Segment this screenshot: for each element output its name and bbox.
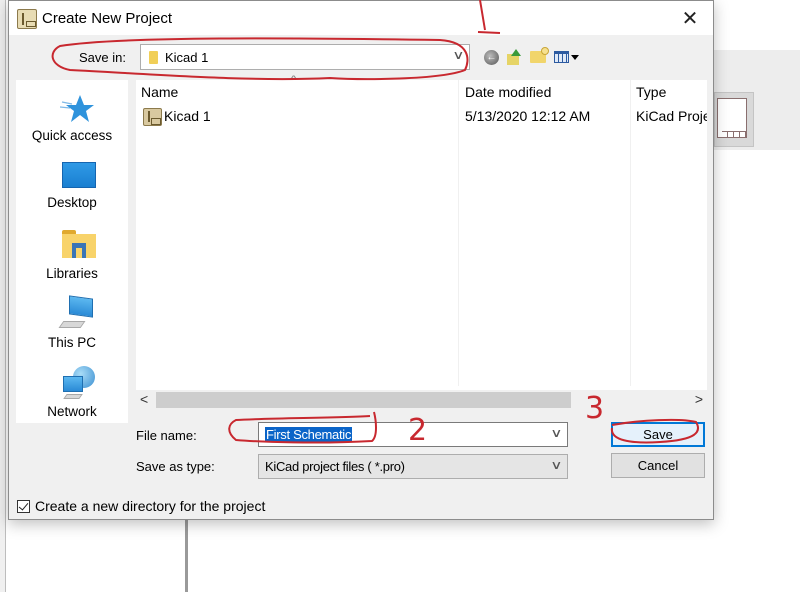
file-list: ^ Name Date modified Type Kicad 1 5/13/2… xyxy=(136,74,707,390)
create-new-project-dialog: Create New Project ✕ Save in: Kicad 1 ∨ … xyxy=(8,0,714,520)
scroll-right-icon[interactable]: > xyxy=(695,391,703,407)
place-label: Network xyxy=(47,404,97,419)
desktop-icon xyxy=(62,162,96,188)
background-left-panel xyxy=(0,0,6,592)
file-row[interactable]: Kicad 1 5/13/2020 12:12 AM KiCad Proje xyxy=(136,107,707,127)
create-directory-checkbox[interactable] xyxy=(17,499,30,513)
view-menu-button[interactable] xyxy=(554,51,579,63)
folder-icon xyxy=(149,51,158,64)
column-header-type[interactable]: Type xyxy=(636,84,666,100)
column-header-name[interactable]: Name xyxy=(141,84,178,100)
libraries-icon xyxy=(62,230,96,258)
back-button[interactable]: ← xyxy=(484,49,499,65)
save-in-value: Kicad 1 xyxy=(165,50,209,65)
scrollbar-thumb[interactable] xyxy=(156,392,571,408)
save-button[interactable]: Save xyxy=(611,422,705,447)
view-menu-icon xyxy=(554,51,569,63)
place-network[interactable]: Network xyxy=(16,364,128,426)
sort-ascending-icon: ^ xyxy=(289,74,298,86)
background-pane-divider[interactable] xyxy=(185,520,188,592)
save-as-type-value: KiCad project files ( *.pro) xyxy=(265,459,405,474)
dropdown-arrow-icon xyxy=(571,54,579,60)
place-label: Libraries xyxy=(46,266,98,281)
up-arrow-icon xyxy=(511,49,521,56)
places-bar: Quick access Desktop Libraries This PC N… xyxy=(16,80,128,423)
schematic-preview-thumbnail xyxy=(714,92,754,147)
star-icon xyxy=(60,95,94,122)
place-this-pc[interactable]: This PC xyxy=(16,295,128,357)
kicad-app-icon xyxy=(17,9,37,29)
computer-icon xyxy=(58,295,97,331)
scroll-left-icon[interactable]: < xyxy=(140,391,148,407)
place-label: This PC xyxy=(47,335,96,350)
file-name-input[interactable]: First Schematic ∨ xyxy=(258,422,568,447)
file-name-cell: Kicad 1 xyxy=(164,108,211,124)
title-bar: Create New Project ✕ xyxy=(9,1,713,35)
horizontal-scrollbar[interactable]: < > xyxy=(136,390,707,410)
file-name-value: First Schematic xyxy=(265,427,353,442)
title-block-icon xyxy=(722,131,746,138)
place-desktop[interactable]: Desktop xyxy=(16,160,128,222)
close-button[interactable]: ✕ xyxy=(667,1,713,35)
kicad-project-icon xyxy=(143,108,162,126)
create-directory-label: Create a new directory for the project xyxy=(35,498,266,514)
dialog-title: Create New Project xyxy=(42,10,173,27)
chevron-down-icon: ∨ xyxy=(550,458,563,472)
file-type-cell: KiCad Proje xyxy=(636,108,707,124)
navigation-toolbar: ← xyxy=(484,46,579,68)
place-quick-access[interactable]: Quick access xyxy=(16,88,128,150)
save-as-type-dropdown[interactable]: KiCad project files ( *.pro) ∨ xyxy=(258,454,568,479)
create-directory-checkbox-row[interactable]: Create a new directory for the project xyxy=(17,497,265,515)
place-libraries[interactable]: Libraries xyxy=(16,226,128,288)
file-name-label: File name: xyxy=(136,428,197,443)
back-icon: ← xyxy=(486,51,497,63)
new-folder-button[interactable] xyxy=(530,47,549,63)
place-label: Desktop xyxy=(47,195,97,210)
up-one-level-button[interactable] xyxy=(507,49,522,65)
cancel-button[interactable]: Cancel xyxy=(611,453,705,478)
schematic-sheet-icon xyxy=(717,98,747,138)
save-in-dropdown[interactable]: Kicad 1 ∨ xyxy=(140,44,470,70)
chevron-down-icon: ∨ xyxy=(452,48,465,62)
column-header-date-modified[interactable]: Date modified xyxy=(465,84,551,100)
file-date-cell: 5/13/2020 12:12 AM xyxy=(465,108,591,124)
place-label: Quick access xyxy=(31,128,113,143)
save-as-type-label: Save as type: xyxy=(136,459,215,474)
close-icon: ✕ xyxy=(681,7,699,30)
chevron-down-icon[interactable]: ∨ xyxy=(550,426,562,440)
network-icon xyxy=(61,366,97,400)
save-in-label: Save in: xyxy=(79,50,126,65)
